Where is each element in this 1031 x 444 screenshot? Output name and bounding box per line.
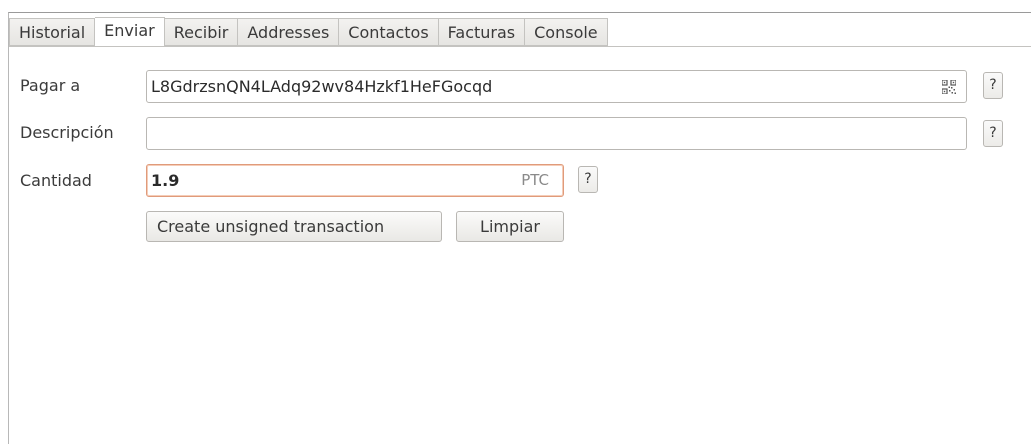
pay-to-help-button[interactable]: ? <box>983 72 1003 99</box>
tab-console[interactable]: Console <box>525 18 608 46</box>
pay-to-input[interactable]: L8GdrzsnQN4LAdq92wv84Hzkf1HeFGocqd <box>146 70 967 103</box>
tab-historial[interactable]: Historial <box>9 18 96 46</box>
tab-enviar[interactable]: Enviar <box>95 17 165 47</box>
tab-recibir[interactable]: Recibir <box>164 18 239 46</box>
qr-code-icon[interactable] <box>942 80 956 94</box>
description-help-button[interactable]: ? <box>983 120 1003 147</box>
tab-addresses[interactable]: Addresses <box>238 18 340 46</box>
tab-contactos[interactable]: Contactos <box>339 18 439 46</box>
description-input[interactable] <box>146 117 967 150</box>
clear-button[interactable]: Limpiar <box>456 211 564 242</box>
tab-facturas[interactable]: Facturas <box>438 18 526 46</box>
amount-unit: PTC <box>521 171 549 189</box>
tab-bar: Historial Enviar Recibir Addresses Conta… <box>9 17 608 47</box>
description-label: Descripción <box>20 123 114 142</box>
tab-divider <box>9 46 1031 47</box>
amount-input[interactable]: 1.9 PTC <box>146 164 564 197</box>
pay-to-value: L8GdrzsnQN4LAdq92wv84Hzkf1HeFGocqd <box>151 77 493 96</box>
amount-help-button[interactable]: ? <box>578 166 598 193</box>
pay-to-label: Pagar a <box>20 76 81 95</box>
create-unsigned-transaction-button[interactable]: Create unsigned transaction <box>146 211 442 242</box>
amount-value: 1.9 <box>151 171 180 190</box>
amount-label: Cantidad <box>20 171 92 190</box>
